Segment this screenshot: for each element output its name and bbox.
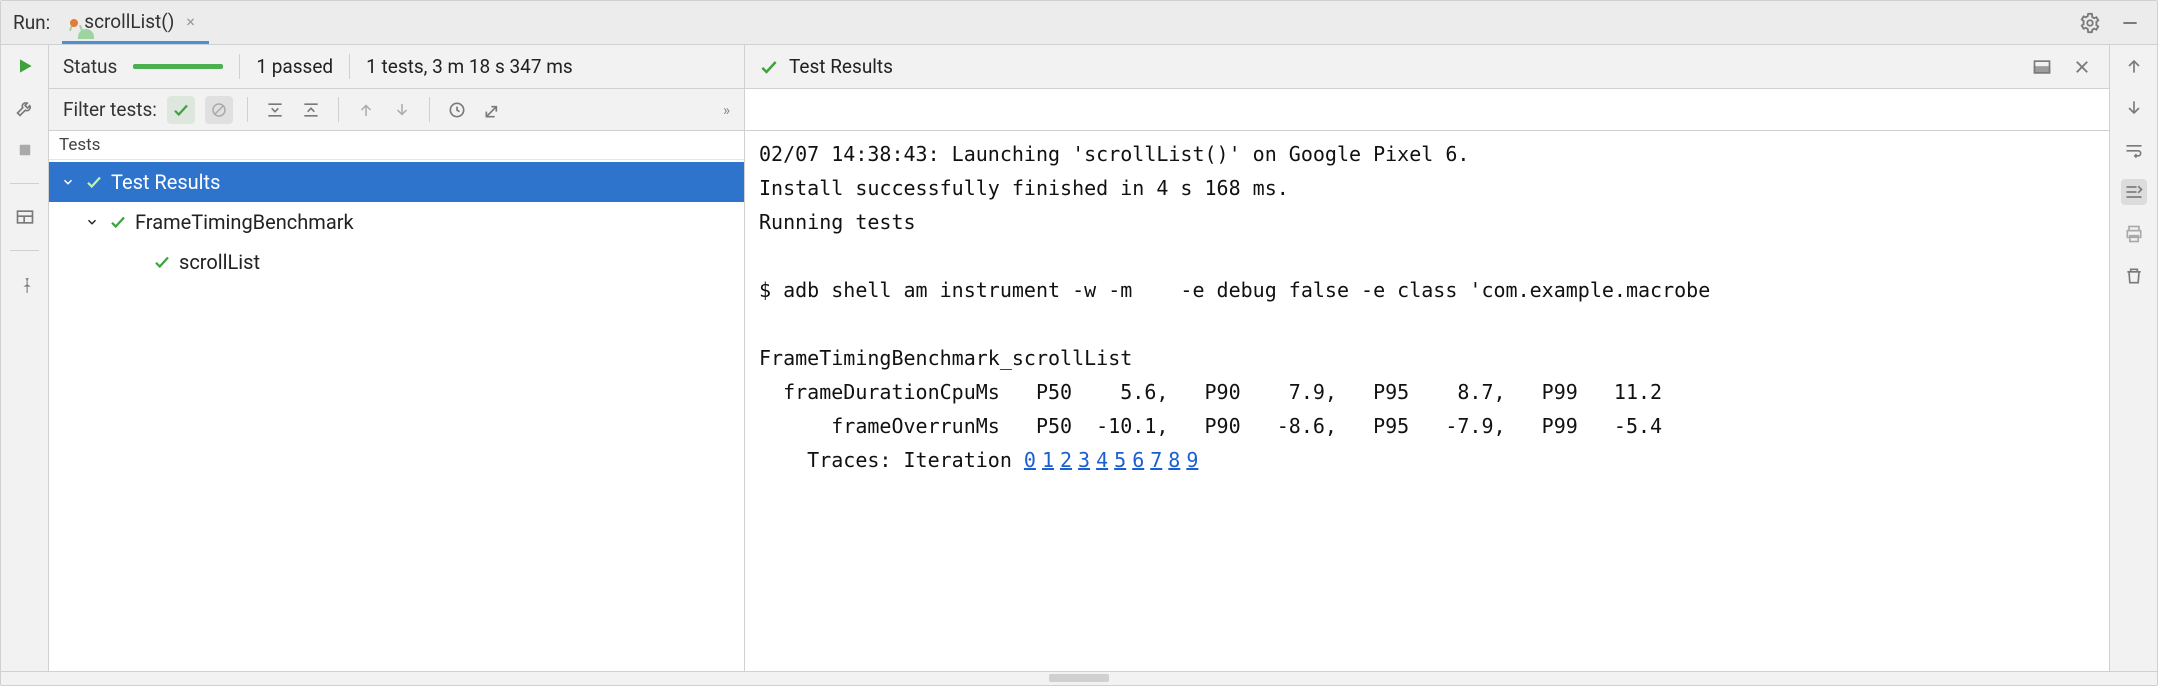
import-tests-icon[interactable]	[480, 97, 506, 123]
status-right-icons	[2015, 45, 2109, 88]
trace-link[interactable]: 2	[1060, 448, 1072, 472]
console-line: FrameTimingBenchmark_scrollList	[759, 341, 2095, 375]
tree-row[interactable]: Test Results	[49, 162, 744, 202]
status-label: Status	[63, 55, 117, 78]
tree-item-label: scrollList	[179, 250, 260, 274]
show-passed-icon[interactable]	[167, 96, 195, 124]
separator	[429, 97, 430, 122]
status-passed: 1 passed	[256, 55, 333, 78]
test-history-icon[interactable]	[444, 97, 470, 123]
status-totals: 1 tests, 3 m 18 s 347 ms	[366, 55, 573, 78]
console-line: frameDurationCpuMs P50 5.6, P90 7.9, P95…	[759, 375, 2095, 409]
check-icon	[759, 57, 779, 77]
filter-label: Filter tests:	[63, 98, 157, 121]
separator	[239, 54, 240, 80]
run-icon[interactable]	[12, 53, 38, 79]
console-trace-line: Traces: Iteration 0123456789	[759, 443, 2095, 477]
trace-link[interactable]: 7	[1150, 448, 1162, 472]
scroll-up-icon[interactable]	[2121, 53, 2147, 79]
console-output[interactable]: 02/07 14:38:43: Launching 'scrollList()'…	[745, 131, 2109, 671]
trace-link[interactable]: 5	[1114, 448, 1126, 472]
status-row: Status 1 passed 1 tests, 3 m 18 s 347 ms…	[49, 45, 2109, 89]
scroll-down-icon[interactable]	[2121, 95, 2147, 121]
tabstrip-spacer	[209, 1, 2063, 44]
tab-scrolllist[interactable]: scrollList() ×	[62, 1, 209, 44]
left-tool-gutter	[1, 45, 49, 671]
resize-handle-icon[interactable]	[1049, 674, 1109, 682]
trace-link[interactable]: 6	[1132, 448, 1144, 472]
console-line: Install successfully finished in 4 s 168…	[759, 171, 2095, 205]
scroll-to-end-icon[interactable]	[2121, 179, 2147, 205]
next-failed-icon[interactable]	[389, 97, 415, 123]
status-left: Status 1 passed 1 tests, 3 m 18 s 347 ms	[49, 45, 745, 88]
tree[interactable]: Test Results FrameTimingBenchmark scrollLi…	[49, 160, 744, 671]
trace-link[interactable]: 8	[1168, 448, 1180, 472]
stop-icon[interactable]	[12, 137, 38, 163]
status-progress-bar	[133, 64, 223, 69]
trace-link[interactable]: 3	[1078, 448, 1090, 472]
tree-column: Tests Test Results FrameTimingBenchmark sc…	[49, 131, 745, 671]
tree-header: Tests	[49, 131, 744, 160]
tree-item-label: FrameTimingBenchmark	[135, 210, 354, 234]
right-tool-gutter	[2109, 45, 2157, 671]
trace-link[interactable]: 1	[1042, 448, 1054, 472]
tabstrip: Run: scrollList() ×	[1, 1, 2157, 45]
minimize-icon[interactable]	[2117, 10, 2143, 36]
tree-item-label: Test Results	[111, 170, 220, 194]
console-line: Running tests	[759, 205, 2095, 239]
bottom-resize-strip[interactable]	[1, 671, 2157, 685]
trash-icon[interactable]	[2121, 263, 2147, 289]
check-icon	[109, 213, 127, 231]
filter-row: Filter tests:	[49, 89, 2109, 131]
console-line	[759, 307, 2095, 341]
results-header: Test Results	[745, 45, 2015, 88]
layout-icon[interactable]	[12, 204, 38, 230]
trace-prefix: Traces: Iteration	[759, 448, 1024, 472]
content-area: Status 1 passed 1 tests, 3 m 18 s 347 ms…	[49, 45, 2109, 671]
tree-row[interactable]: FrameTimingBenchmark	[49, 202, 744, 242]
check-icon	[153, 253, 171, 271]
close-icon[interactable]	[2069, 54, 2095, 80]
check-icon	[85, 173, 103, 191]
separator	[247, 97, 248, 122]
gutter-separator	[10, 250, 38, 251]
soft-wrap-icon[interactable]	[2121, 137, 2147, 163]
console-line: $ adb shell am instrument -w -m -e debug…	[759, 273, 2095, 307]
close-tab-icon[interactable]: ×	[186, 12, 195, 31]
expand-all-icon[interactable]	[262, 97, 288, 123]
separator	[349, 54, 350, 80]
show-ignored-icon[interactable]	[205, 96, 233, 124]
filter-toolbar: Filter tests:	[49, 89, 745, 130]
pin-icon[interactable]	[12, 271, 38, 297]
trace-link[interactable]: 4	[1096, 448, 1108, 472]
tab-title: scrollList()	[84, 10, 174, 33]
console-line: frameOverrunMs P50 -10.1, P90 -8.6, P95 …	[759, 409, 2095, 443]
console-line	[759, 239, 2095, 273]
results-header-label: Test Results	[789, 55, 893, 78]
separator	[338, 97, 339, 122]
print-icon[interactable]	[2121, 221, 2147, 247]
trace-link[interactable]: 0	[1024, 448, 1036, 472]
run-panel: Run: scrollList() ×	[0, 0, 2158, 686]
run-label: Run:	[1, 1, 62, 44]
split-area: Tests Test Results FrameTimingBenchmark sc…	[49, 131, 2109, 671]
gear-icon[interactable]	[2077, 10, 2103, 36]
wrench-icon[interactable]	[12, 95, 38, 121]
overflow-icon[interactable]: »	[723, 101, 730, 119]
panel-body: Status 1 passed 1 tests, 3 m 18 s 347 ms…	[1, 45, 2157, 671]
chevron-down-icon[interactable]	[59, 175, 77, 189]
trace-link[interactable]: 9	[1186, 448, 1198, 472]
prev-failed-icon[interactable]	[353, 97, 379, 123]
tree-row[interactable]: scrollList	[49, 242, 744, 282]
console-top-gap	[745, 89, 2109, 130]
layout-toggle-icon[interactable]	[2029, 54, 2055, 80]
chevron-down-icon[interactable]	[83, 215, 101, 229]
gutter-separator	[10, 183, 38, 184]
console-line: 02/07 14:38:43: Launching 'scrollList()'…	[759, 137, 2095, 171]
collapse-all-icon[interactable]	[298, 97, 324, 123]
